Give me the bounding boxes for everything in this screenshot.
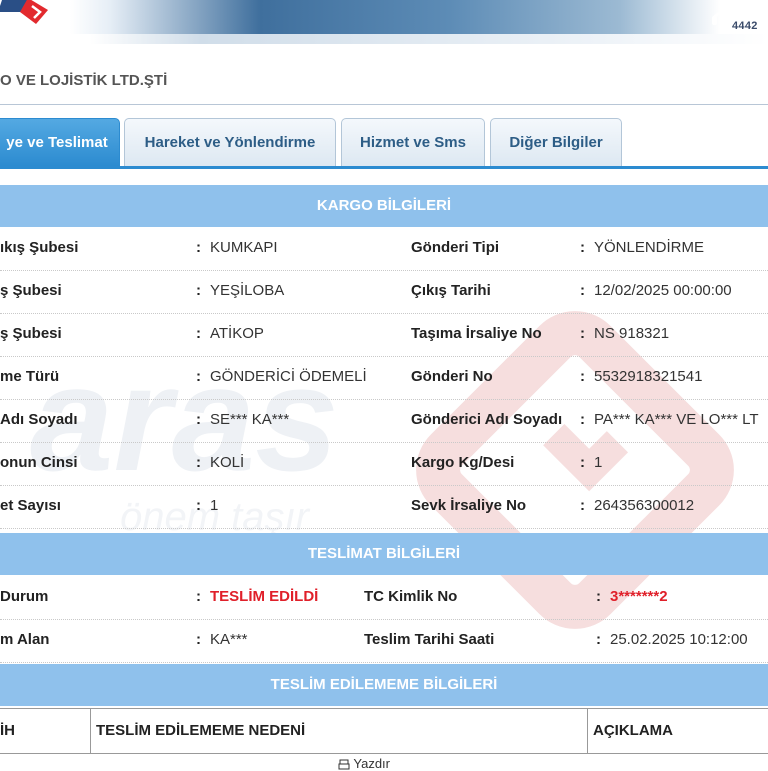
- field-value: 12/02/2025 00:00:00: [594, 282, 732, 299]
- field-label: me Türü: [0, 368, 60, 385]
- field-label: et Sayısı: [0, 497, 61, 514]
- field-label: onun Cinsi: [0, 454, 78, 471]
- colon: :: [580, 497, 585, 514]
- field-value: KUMKAPI: [210, 239, 278, 256]
- section-header-cargo: KARGO BİLGİLERİ: [0, 185, 768, 227]
- delivery-datetime-value: 25.02.2025 10:12:00: [610, 631, 748, 648]
- banner-stripe: [0, 34, 768, 44]
- delivery-status-value: TESLİM EDİLDİ: [210, 588, 319, 605]
- field-label: Gönderi Tipi: [411, 239, 500, 256]
- colon: :: [196, 631, 201, 648]
- column-header-description: AÇIKLAMA: [593, 722, 673, 739]
- colon: :: [196, 454, 201, 471]
- colon: :: [580, 454, 585, 471]
- field-value: 1: [210, 497, 219, 514]
- colon: :: [196, 497, 201, 514]
- header-banner: 4442: [0, 0, 768, 44]
- tab-movement-routing[interactable]: Hareket ve Yönlendirme: [124, 118, 336, 166]
- field-label: ıkış Şubesi: [0, 239, 79, 256]
- tab-service-sms[interactable]: Hizmet ve Sms: [341, 118, 485, 166]
- section-header-delivery: TESLİMAT BİLGİLERİ: [0, 533, 768, 575]
- field-label: ş Şubesi: [0, 325, 62, 342]
- cargo-row: onun Cinsi: KOLİ Kargo Kg/Desi:1: [0, 443, 768, 486]
- printer-icon: [338, 759, 350, 770]
- cargo-row: me Türü: GÖNDERİCİ ÖDEMELİ Gönderi No:5532…: [0, 357, 768, 400]
- tab-bar: ye ve Teslimat Hareket ve Yönlendirme Hi…: [0, 118, 768, 168]
- divider: [0, 104, 768, 105]
- field-label: TC Kimlik No: [364, 588, 458, 605]
- field-label: Gönderici Adı Soyadı: [411, 411, 563, 428]
- column-header-reason: TESLİM EDİLEMEME NEDENİ: [91, 709, 588, 753]
- field-label: ş Şubesi: [0, 282, 62, 299]
- field-value: GÖNDERİCİ ÖDEMELİ: [210, 368, 367, 385]
- colon: :: [596, 631, 601, 648]
- cargo-row: ıkış Şubesi: KUMKAPI Gönderi Tipi: YÖNLENDİ…: [0, 228, 768, 271]
- colon: :: [196, 588, 201, 605]
- cargo-row: et Sayısı:1 Sevk İrsaliye No:264356300012: [0, 486, 768, 529]
- print-label: Yazdır: [353, 756, 390, 771]
- field-label: Adı Soyadı: [0, 411, 78, 428]
- cargo-row: ş Şubesi: YEŞİLOBA Çıkış Tarihi:12/02/2025…: [0, 271, 768, 314]
- column-header-date: İH: [0, 709, 91, 753]
- field-value: 264356300012: [594, 497, 695, 514]
- colon: :: [580, 368, 585, 385]
- tc-id-value: 3*******2: [610, 588, 668, 605]
- colon: :: [196, 325, 201, 342]
- field-value: 1: [594, 454, 603, 471]
- cargo-row: Adı Soyadı: SE*** KA*** Gönderici Adı Soya…: [0, 400, 768, 443]
- phone-number: 4442: [732, 20, 758, 32]
- field-value: KOLİ: [210, 454, 245, 471]
- tab-other-info[interactable]: Diğer Bilgiler: [490, 118, 622, 166]
- field-label: Sevk İrsaliye No: [411, 497, 527, 514]
- colon: :: [596, 588, 601, 605]
- field-label: Durum: [0, 588, 49, 605]
- call-center[interactable]: 4442: [706, 0, 768, 44]
- tab-cargo-delivery[interactable]: ye ve Teslimat: [0, 118, 120, 166]
- undelivered-table-header: İH TESLİM EDİLEMEME NEDENİ AÇIKLAMA: [0, 708, 768, 754]
- company-name: O VE LOJİSTİK LTD.ŞTİ: [0, 72, 168, 89]
- print-button[interactable]: Yazdır: [338, 756, 390, 771]
- colon: :: [580, 239, 585, 256]
- field-value: YEŞİLOBA: [210, 282, 285, 299]
- field-value: NS 918321: [594, 325, 670, 342]
- field-label: Kargo Kg/Desi: [411, 454, 515, 471]
- colon: :: [580, 411, 585, 428]
- delivery-row-status: Durum : TESLİM EDİLDİ TC Kimlik No : 3**…: [0, 577, 768, 620]
- receiver-value: KA***: [210, 631, 248, 648]
- field-value: 5532918321541: [594, 368, 703, 385]
- company-logo-icon: [0, 0, 48, 24]
- tab-underline: [0, 166, 768, 169]
- colon: :: [196, 411, 201, 428]
- section-header-undelivered: TESLİM EDİLEMEME BİLGİLERİ: [0, 664, 768, 706]
- field-value: PA*** KA*** VE LO*** LT: [594, 411, 759, 428]
- field-label: Gönderi No: [411, 368, 493, 385]
- colon: :: [196, 282, 201, 299]
- colon: :: [580, 325, 585, 342]
- field-label: Teslim Tarihi Saati: [364, 631, 495, 648]
- delivery-row-receiver: m Alan : KA*** Teslim Tarihi Saati : 25.…: [0, 620, 768, 663]
- colon: :: [196, 239, 201, 256]
- field-label: m Alan: [0, 631, 50, 648]
- colon: :: [196, 368, 201, 385]
- field-label: Taşıma İrsaliye No: [411, 325, 542, 342]
- field-value: ATİKOP: [210, 325, 264, 342]
- field-value: YÖNLENDİRME: [594, 239, 705, 256]
- field-value: SE*** KA***: [210, 411, 290, 428]
- cargo-row: ş Şubesi: ATİKOP Taşıma İrsaliye No: NS 918…: [0, 314, 768, 357]
- colon: :: [580, 282, 585, 299]
- field-label: Çıkış Tarihi: [411, 282, 491, 299]
